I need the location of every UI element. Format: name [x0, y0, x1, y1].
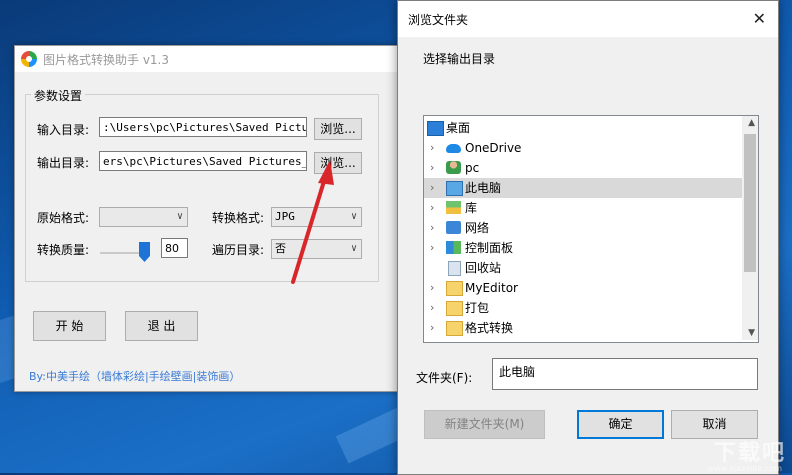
watermark-url: www.xiazaiba.com: [707, 464, 782, 473]
annotation-arrow-shaft: [291, 176, 327, 284]
annotation-arrow: [291, 160, 334, 284]
annotation-arrow-head: [318, 160, 334, 185]
watermark-logo: 下载吧: [713, 441, 786, 466]
